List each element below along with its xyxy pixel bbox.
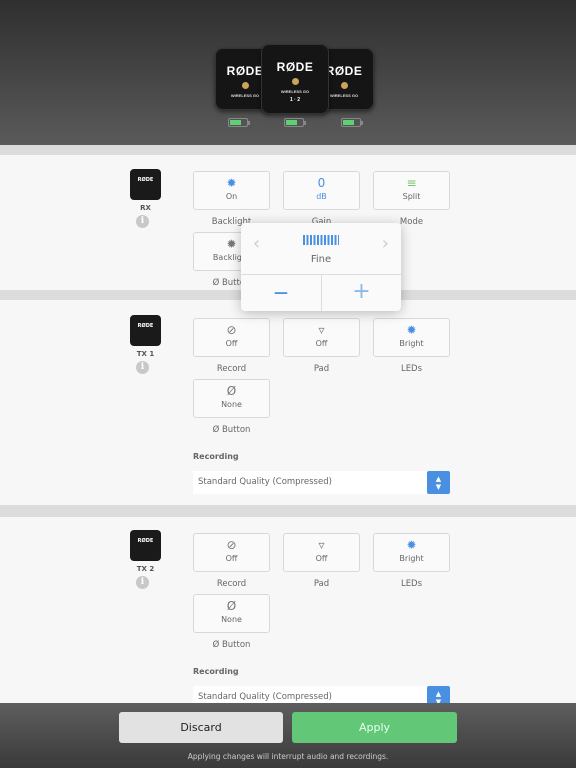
setting-tile-gain[interactable]: 0 dB [283,171,360,210]
tile-value: On [225,192,238,201]
recording-select[interactable]: Standard Quality (Compressed) ▲ ▼ [193,471,450,494]
setting-tile--button[interactable]: Ø None [193,379,270,418]
setting-tile-record[interactable]: ⊘ Off [193,318,270,357]
setting-tile-leds[interactable]: ✹ Bright [373,318,450,357]
setting-tile-backlight[interactable]: ✹ On [193,171,270,210]
setting-tile-pad[interactable]: ▿ Off [283,533,360,572]
sun-icon: ✹ [226,176,237,190]
phase-icon: Ø [226,384,237,398]
apply-button[interactable]: Apply [292,712,457,743]
gain-value: 0 [317,176,326,190]
tile-label: LEDs [400,364,423,374]
tile-label: Ø Button [212,640,251,650]
discard-button[interactable]: Discard [119,712,283,743]
device-thumbnail: RØDE [130,315,161,346]
gain-popover: ‹ › Fine — + [241,223,401,311]
device-thumbnail: RØDE [130,169,161,200]
tx2-battery-icon [341,118,363,127]
recording-label: Recording [193,667,239,676]
tile-value: Off [225,339,238,348]
info-icon[interactable]: i [136,215,149,228]
info-icon[interactable]: i [136,576,149,589]
setting-tile-pad[interactable]: ▿ Off [283,318,360,357]
tile-value: None [221,615,242,624]
tile-value: None [221,400,242,409]
tx1-battery-icon [228,118,250,127]
rx-device-image: RØDE WIRELESS GO 1 · 2 [261,44,329,114]
device-name: TX 1 [136,350,155,358]
phase-icon: Ø [226,599,237,613]
tile-value: Off [315,554,328,563]
pad-icon: ▿ [318,323,325,337]
tile-label: Record [216,579,247,589]
device-thumbnail: RØDE [130,530,161,561]
sun-icon: ✹ [406,538,417,552]
tile-label: Pad [313,579,330,589]
gain-level-bars [303,235,339,245]
setting-tile-leds[interactable]: ✹ Bright [373,533,450,572]
setting-tile-mode[interactable]: ≡ Split [373,171,450,210]
chevron-left-icon[interactable]: ‹ [253,233,260,254]
info-icon[interactable]: i [136,361,149,374]
record-off-icon: ⊘ [226,538,237,552]
tile-label: Pad [313,364,330,374]
gain-decrease-button[interactable]: — [241,275,321,311]
tile-value: Split [402,192,421,201]
footer-bar: Discard Apply Applying changes will inte… [0,703,576,768]
tile-label: Record [216,364,247,374]
divider [0,145,576,155]
device-hero: RØDE WIRELESS GO RØDE WIRELESS GO RØDE WIRE… [0,0,576,145]
gain-increase-button[interactable]: + [322,275,401,311]
tile-label: Ø Button [212,425,251,435]
device-name: RX [140,204,151,212]
divider [0,505,576,517]
split-bars-icon: ≡ [406,176,417,190]
tile-value: Bright [399,554,424,563]
recording-label: Recording [193,452,239,461]
record-off-icon: ⊘ [226,323,237,337]
select-stepper-icon[interactable]: ▲ ▼ [427,471,450,494]
footer-note: Applying changes will interrupt audio an… [187,752,389,761]
pad-icon: ▿ [318,538,325,552]
gain-unit: dB [316,192,327,201]
setting-tile--button[interactable]: Ø None [193,594,270,633]
gain-step-mode: Fine [310,254,332,265]
chevron-right-icon[interactable]: › [382,233,389,254]
tile-label: LEDs [400,579,423,589]
sun-icon: ✹ [406,323,417,337]
tile-value: Off [315,339,328,348]
device-name: TX 2 [136,565,155,573]
tile-value: Off [225,554,238,563]
rx-battery-icon [284,118,306,127]
setting-tile-record[interactable]: ⊘ Off [193,533,270,572]
tile-value: Bright [399,339,424,348]
